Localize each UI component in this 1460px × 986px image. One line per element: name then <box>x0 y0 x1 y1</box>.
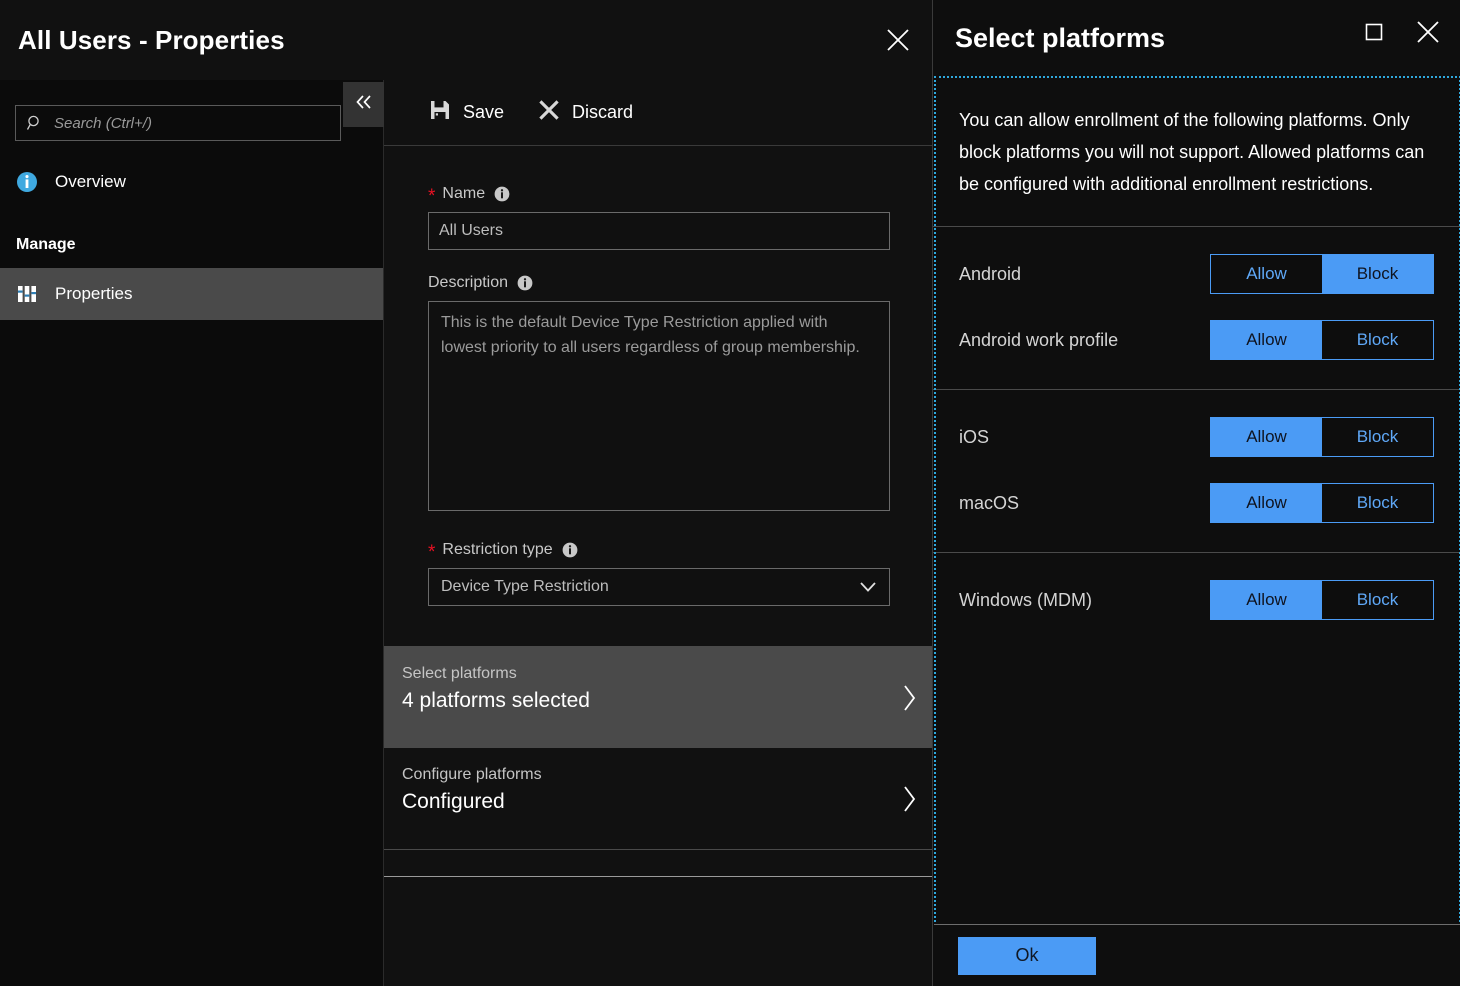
save-disk-icon <box>429 99 451 126</box>
restriction-type-select-wrap: Device Type Restriction <box>428 568 890 606</box>
search-row <box>0 80 383 142</box>
restriction-type-label: Restriction type <box>442 540 553 558</box>
app-screen: All Users - Properties Search (Ctrl+/) O… <box>0 0 1460 986</box>
info-icon[interactable] <box>517 275 533 291</box>
sidebar-item-label: Properties <box>55 284 133 303</box>
platform-picker-rows: Select platforms 4 platforms selected Co… <box>384 646 932 877</box>
description-label: Description <box>428 274 509 291</box>
configure-platforms-caption: Configure platforms <box>402 766 542 783</box>
search-box[interactable] <box>15 105 341 141</box>
info-icon[interactable] <box>494 186 510 202</box>
name-label-row: * Name <box>428 184 890 207</box>
restriction-type-value: Device Type Restriction <box>441 578 609 595</box>
sidebar-item-properties[interactable]: Properties <box>0 268 383 320</box>
search-icon <box>26 114 44 132</box>
select-platforms-panel: Select platforms You can allow enrollmen… <box>932 0 1460 986</box>
form-toolbar: Save Discard <box>384 80 932 146</box>
sidebar-item-overview[interactable]: Overview <box>0 156 383 208</box>
configure-platforms-row[interactable]: Configure platforms Configured <box>384 748 932 850</box>
name-field-group: * Name <box>428 184 890 250</box>
blade-header: All Users - Properties <box>0 0 932 80</box>
info-icon[interactable] <box>562 542 578 558</box>
description-field-group: Description <box>428 274 890 516</box>
panel-footer: Ok <box>934 924 1460 986</box>
sidebar-item-label: Overview <box>55 172 126 191</box>
chevron-right-icon <box>902 784 918 819</box>
select-platforms-header: Select platforms <box>933 0 1460 76</box>
required-indicator: * <box>428 186 436 207</box>
restriction-type-select[interactable]: Device Type Restriction <box>428 568 890 606</box>
window-buttons <box>1354 12 1448 52</box>
ok-button[interactable]: Ok <box>958 936 1096 975</box>
search-input[interactable] <box>54 114 340 132</box>
save-label: Save <box>463 102 505 122</box>
close-x-icon <box>538 99 560 126</box>
required-indicator: * <box>428 542 436 563</box>
select-platforms-row[interactable]: Select platforms 4 platforms selected <box>384 646 932 748</box>
form-body: * Name D <box>384 146 932 606</box>
description-textarea[interactable] <box>428 301 890 511</box>
info-circle-icon <box>16 171 38 193</box>
restriction-type-label-row: * Restriction type <box>428 540 890 563</box>
name-input[interactable] <box>428 212 890 250</box>
collapse-sidebar-button[interactable] <box>343 82 384 127</box>
blade-sidebar: Overview Manage Properties <box>0 80 384 986</box>
select-platforms-caption: Select platforms <box>402 665 517 682</box>
properties-form: Save Discard * Name All Users Descriptio… <box>384 80 932 986</box>
maximize-square-icon[interactable] <box>1354 12 1394 52</box>
select-platforms-value: 4 platforms selected <box>402 689 590 712</box>
configure-platforms-value: Configured <box>402 790 505 813</box>
properties-bars-icon <box>16 283 38 305</box>
discard-button[interactable]: Discard <box>538 99 633 126</box>
description-label-row: Description <box>428 274 890 292</box>
close-icon[interactable] <box>1408 12 1448 52</box>
discard-label: Discard <box>572 102 634 122</box>
blade-bottom-divider <box>384 876 932 877</box>
page-title: All Users - Properties <box>18 24 285 55</box>
sidebar-group-manage: Manage <box>16 236 76 253</box>
chevron-double-left-icon <box>354 94 374 115</box>
restriction-type-field-group: * Restriction type Device Type Restricti… <box>428 540 890 606</box>
name-label: Name <box>442 184 486 202</box>
chevron-right-icon <box>902 683 918 718</box>
properties-blade: All Users - Properties Search (Ctrl+/) O… <box>0 0 932 986</box>
select-platforms-title: Select platforms <box>955 22 1166 53</box>
panel-focus-outline <box>934 76 1460 986</box>
save-button[interactable]: Save <box>429 99 504 126</box>
close-icon[interactable] <box>876 18 920 62</box>
